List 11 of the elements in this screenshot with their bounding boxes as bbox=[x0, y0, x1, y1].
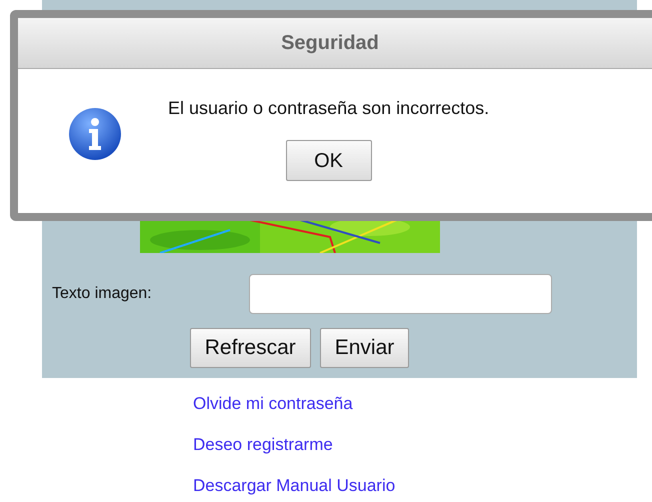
input-field[interactable] bbox=[249, 274, 552, 314]
link[interactable]: Olvide mi contraseña bbox=[193, 393, 353, 415]
dialog-title: Seguridad bbox=[18, 18, 652, 69]
field-label: Texto imagen: bbox=[52, 284, 153, 304]
link[interactable]: Deseo registrarme bbox=[193, 434, 333, 456]
link[interactable]: Descargar Manual Usuario bbox=[193, 475, 396, 497]
info-icon bbox=[68, 107, 122, 161]
form-button[interactable]: Refrescar bbox=[190, 328, 311, 368]
form-button[interactable]: Enviar bbox=[320, 328, 410, 368]
dialog-message: El usuario o contraseña son incorrectos. bbox=[168, 97, 490, 120]
ok-button[interactable]: OK bbox=[286, 140, 372, 181]
